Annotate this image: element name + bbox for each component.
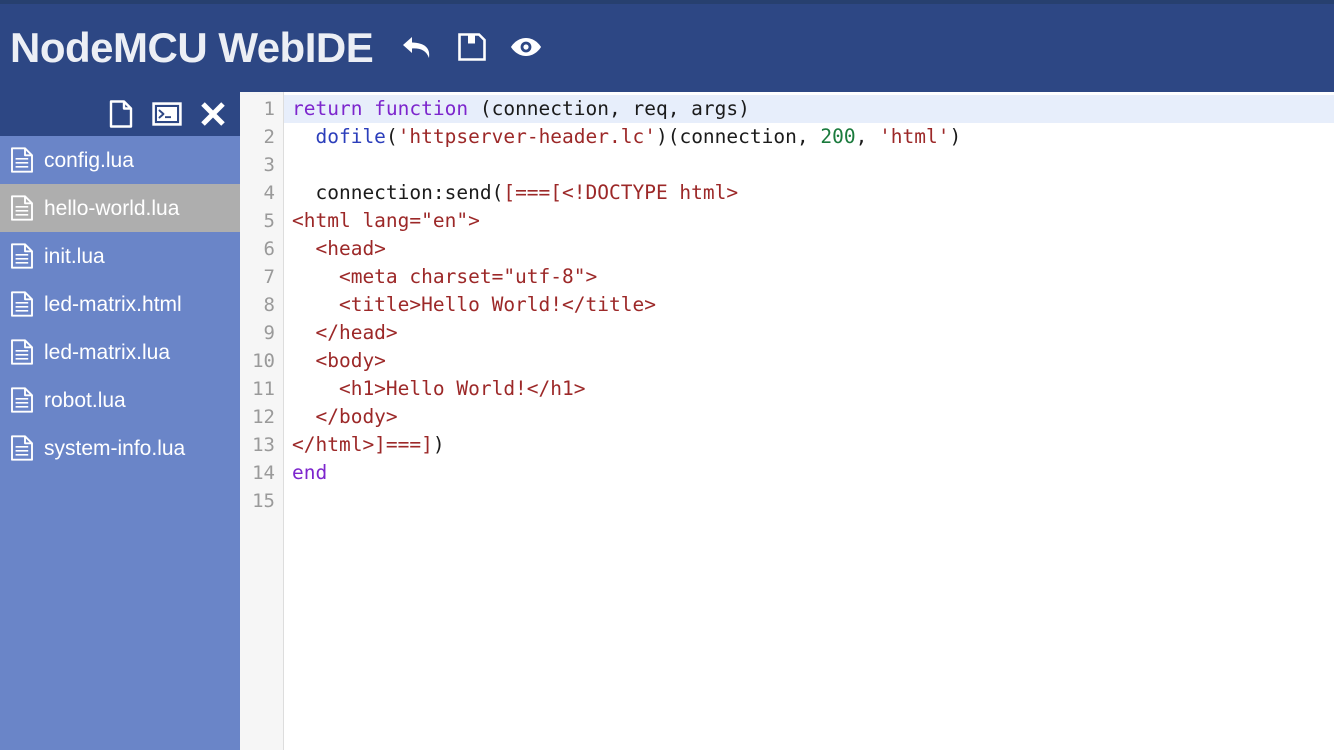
code-line[interactable]: end bbox=[284, 459, 1334, 487]
code-line[interactable]: dofile('httpserver-header.lc')(connectio… bbox=[284, 123, 1334, 151]
file-list-item[interactable]: init.lua bbox=[0, 232, 240, 280]
line-number: 4 bbox=[240, 179, 283, 207]
line-number: 7 bbox=[240, 263, 283, 291]
code-token: dofile bbox=[315, 125, 385, 148]
code-line[interactable]: </head> bbox=[284, 319, 1334, 347]
file-list-item[interactable]: system-info.lua bbox=[0, 424, 240, 472]
code-token: </html>]===] bbox=[292, 433, 433, 456]
code-token: <head> bbox=[292, 237, 386, 260]
code-line[interactable]: </body> bbox=[284, 403, 1334, 431]
file-icon bbox=[10, 195, 34, 221]
file-icon bbox=[10, 243, 34, 269]
file-item-label: config.lua bbox=[44, 150, 134, 171]
code-token: 'html' bbox=[879, 125, 949, 148]
code-line[interactable]: <title>Hello World!</title> bbox=[284, 291, 1334, 319]
sidebar-toolbar bbox=[0, 92, 240, 136]
close-icon[interactable] bbox=[198, 99, 228, 129]
code-token: (connection, req, args) bbox=[468, 97, 750, 120]
file-sidebar: config.lua hello-world.lua init.lua led-mat… bbox=[0, 92, 240, 750]
code-token: , bbox=[856, 125, 879, 148]
line-number: 3 bbox=[240, 151, 283, 179]
undo-icon[interactable] bbox=[401, 30, 435, 64]
code-token: 'httpserver-header.lc' bbox=[398, 125, 656, 148]
code-line[interactable] bbox=[284, 487, 1334, 515]
code-token: </head> bbox=[292, 321, 398, 344]
page-title: NodeMCU WebIDE bbox=[10, 27, 373, 69]
line-number: 14 bbox=[240, 459, 283, 487]
line-number: 13 bbox=[240, 431, 283, 459]
file-list-item[interactable]: led-matrix.html bbox=[0, 280, 240, 328]
line-number: 11 bbox=[240, 375, 283, 403]
header-toolbar bbox=[401, 30, 543, 66]
code-token: ( bbox=[386, 125, 398, 148]
nodemcu-webide-window: NodeMCU WebIDE bbox=[0, 0, 1334, 750]
preview-icon[interactable] bbox=[509, 30, 543, 64]
code-token: [===[<!DOCTYPE html> bbox=[503, 181, 738, 204]
code-token: <h1>Hello World!</h1> bbox=[292, 377, 586, 400]
code-line[interactable]: <head> bbox=[284, 235, 1334, 263]
file-icon bbox=[10, 291, 34, 317]
file-list-item[interactable]: config.lua bbox=[0, 136, 240, 184]
line-number: 12 bbox=[240, 403, 283, 431]
line-number-gutter: 123456789101112131415 bbox=[240, 92, 284, 750]
save-icon[interactable] bbox=[455, 30, 489, 64]
code-token bbox=[292, 125, 315, 148]
line-number: 15 bbox=[240, 487, 283, 515]
terminal-icon[interactable] bbox=[152, 99, 182, 129]
code-content[interactable]: return function (connection, req, args) … bbox=[284, 92, 1334, 750]
file-icon bbox=[10, 435, 34, 461]
file-icon bbox=[10, 339, 34, 365]
code-token: connection:send( bbox=[292, 181, 503, 204]
code-token: <body> bbox=[292, 349, 386, 372]
line-number: 8 bbox=[240, 291, 283, 319]
file-item-label: robot.lua bbox=[44, 390, 126, 411]
code-token: ) bbox=[433, 433, 445, 456]
code-token: )(connection, bbox=[656, 125, 820, 148]
code-token: return function bbox=[292, 97, 468, 120]
app-header: NodeMCU WebIDE bbox=[0, 4, 1334, 92]
code-token: ) bbox=[950, 125, 962, 148]
code-token: end bbox=[292, 461, 327, 484]
line-number: 10 bbox=[240, 347, 283, 375]
line-number: 6 bbox=[240, 235, 283, 263]
file-item-label: init.lua bbox=[44, 246, 105, 267]
code-token: 200 bbox=[820, 125, 855, 148]
file-item-label: system-info.lua bbox=[44, 438, 185, 459]
code-line[interactable] bbox=[284, 151, 1334, 179]
code-line[interactable]: <html lang="en"> bbox=[284, 207, 1334, 235]
new-file-icon[interactable] bbox=[106, 99, 136, 129]
code-line[interactable]: <h1>Hello World!</h1> bbox=[284, 375, 1334, 403]
line-number: 2 bbox=[240, 123, 283, 151]
code-line[interactable]: connection:send([===[<!DOCTYPE html> bbox=[284, 179, 1334, 207]
code-token: <html lang="en"> bbox=[292, 209, 480, 232]
main-body: config.lua hello-world.lua init.lua led-mat… bbox=[0, 92, 1334, 750]
file-icon bbox=[10, 147, 34, 173]
file-list-item[interactable]: robot.lua bbox=[0, 376, 240, 424]
code-line[interactable]: </html>]===]) bbox=[284, 431, 1334, 459]
file-list-item[interactable]: hello-world.lua bbox=[0, 184, 240, 232]
code-token: </body> bbox=[292, 405, 398, 428]
code-token: <title>Hello World!</title> bbox=[292, 293, 656, 316]
file-item-label: led-matrix.lua bbox=[44, 342, 170, 363]
file-item-label: led-matrix.html bbox=[44, 294, 182, 315]
code-line[interactable]: <body> bbox=[284, 347, 1334, 375]
file-list-item[interactable]: led-matrix.lua bbox=[0, 328, 240, 376]
code-token: <meta charset="utf-8"> bbox=[292, 265, 597, 288]
line-number: 1 bbox=[240, 95, 283, 123]
code-editor[interactable]: 123456789101112131415 return function (c… bbox=[240, 92, 1334, 750]
file-item-label: hello-world.lua bbox=[44, 198, 179, 219]
file-list: config.lua hello-world.lua init.lua led-mat… bbox=[0, 136, 240, 750]
code-line[interactable]: <meta charset="utf-8"> bbox=[284, 263, 1334, 291]
code-line[interactable]: return function (connection, req, args) bbox=[284, 95, 1334, 123]
line-number: 9 bbox=[240, 319, 283, 347]
file-icon bbox=[10, 387, 34, 413]
line-number: 5 bbox=[240, 207, 283, 235]
